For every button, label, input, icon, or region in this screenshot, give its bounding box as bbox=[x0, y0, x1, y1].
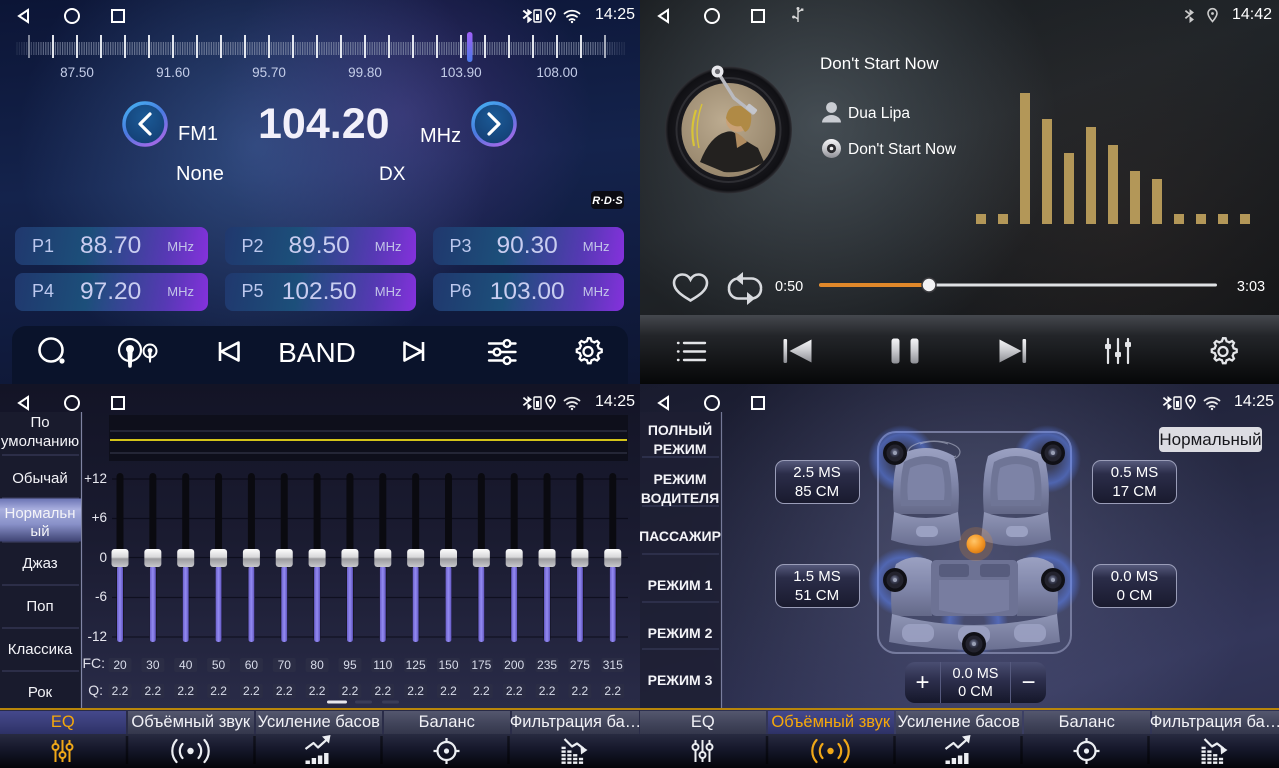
svg-text:-6: -6 bbox=[95, 589, 107, 604]
svg-text:ПОЛНЫЙ: ПОЛНЫЙ bbox=[648, 421, 712, 438]
svg-text:125: 125 bbox=[406, 658, 426, 672]
svg-text:+6: +6 bbox=[92, 510, 107, 525]
svg-text:R·D·S: R·D·S bbox=[592, 195, 623, 207]
svg-text:275: 275 bbox=[570, 658, 590, 672]
svg-text:2.2: 2.2 bbox=[177, 684, 194, 698]
svg-text:РЕЖИМ: РЕЖИМ bbox=[653, 441, 706, 457]
svg-text:103.90: 103.90 bbox=[440, 65, 481, 80]
svg-text:BAND: BAND bbox=[278, 337, 356, 368]
svg-text:Don't Start Now: Don't Start Now bbox=[848, 141, 957, 158]
svg-text:2.2: 2.2 bbox=[112, 684, 129, 698]
svg-text:40: 40 bbox=[179, 658, 193, 672]
svg-text:2.2: 2.2 bbox=[539, 684, 556, 698]
svg-text:2.2: 2.2 bbox=[506, 684, 523, 698]
svg-text:По: По bbox=[30, 414, 49, 431]
svg-text:91.60: 91.60 bbox=[156, 65, 190, 80]
svg-text:70: 70 bbox=[278, 658, 292, 672]
svg-text:ВОДИТЕЛЯ: ВОДИТЕЛЯ bbox=[641, 490, 719, 506]
svg-text:87.50: 87.50 bbox=[60, 65, 94, 80]
svg-text:2.2: 2.2 bbox=[276, 684, 293, 698]
svg-text:Dua Lipa: Dua Lipa bbox=[848, 105, 910, 122]
svg-text:110: 110 bbox=[373, 658, 392, 672]
svg-text:99.80: 99.80 bbox=[348, 65, 382, 80]
svg-text:ПАССАЖИР: ПАССАЖИР bbox=[640, 528, 721, 544]
svg-text:2.2: 2.2 bbox=[374, 684, 391, 698]
svg-text:95.70: 95.70 bbox=[252, 65, 286, 80]
svg-text:Q:: Q: bbox=[88, 682, 103, 698]
svg-text:2.2: 2.2 bbox=[473, 684, 490, 698]
svg-text:30: 30 bbox=[146, 658, 160, 672]
svg-text:2.2: 2.2 bbox=[145, 684, 162, 698]
svg-text:Don't Start Now: Don't Start Now bbox=[820, 54, 939, 73]
svg-text:20: 20 bbox=[113, 658, 127, 672]
svg-text:ый: ый bbox=[30, 523, 49, 540]
svg-text:2.2: 2.2 bbox=[440, 684, 457, 698]
svg-text:РЕЖИМ 2: РЕЖИМ 2 bbox=[648, 625, 713, 641]
svg-text:Обычай: Обычай bbox=[12, 470, 68, 487]
svg-text:3:03: 3:03 bbox=[1237, 279, 1265, 295]
svg-text:2.2: 2.2 bbox=[210, 684, 227, 698]
svg-text:150: 150 bbox=[438, 658, 458, 672]
svg-text:2.2: 2.2 bbox=[309, 684, 326, 698]
svg-text:80: 80 bbox=[310, 658, 324, 672]
svg-text:Джаз: Джаз bbox=[22, 555, 57, 572]
svg-text:Рок: Рок bbox=[28, 684, 53, 701]
svg-text:FC:: FC: bbox=[82, 655, 105, 671]
svg-text:60: 60 bbox=[245, 658, 259, 672]
svg-text:50: 50 bbox=[212, 658, 226, 672]
svg-text:+12: +12 bbox=[84, 471, 107, 486]
svg-text:0: 0 bbox=[99, 550, 107, 565]
svg-text:Поп: Поп bbox=[26, 598, 53, 615]
svg-text:95: 95 bbox=[343, 658, 357, 672]
svg-text:2.2: 2.2 bbox=[342, 684, 359, 698]
svg-text:235: 235 bbox=[537, 658, 557, 672]
svg-text:2.2: 2.2 bbox=[243, 684, 260, 698]
svg-text:200: 200 bbox=[504, 658, 524, 672]
svg-text:108.00: 108.00 bbox=[536, 65, 577, 80]
svg-text:2.2: 2.2 bbox=[407, 684, 424, 698]
svg-text:175: 175 bbox=[471, 658, 491, 672]
svg-text:2.2: 2.2 bbox=[572, 684, 589, 698]
svg-text:0:50: 0:50 bbox=[775, 279, 803, 295]
svg-text:умолчанию: умолчанию bbox=[1, 433, 79, 450]
svg-text:РЕЖИМ 1: РЕЖИМ 1 bbox=[648, 577, 713, 593]
svg-text:РЕЖИМ 3: РЕЖИМ 3 bbox=[648, 672, 713, 688]
svg-text:-12: -12 bbox=[87, 629, 107, 644]
svg-text:РЕЖИМ: РЕЖИМ bbox=[653, 471, 706, 487]
svg-text:Нормальн: Нормальн bbox=[4, 505, 75, 522]
svg-text:2.2: 2.2 bbox=[604, 684, 621, 698]
svg-text:Классика: Классика bbox=[8, 641, 73, 658]
svg-text:315: 315 bbox=[603, 658, 623, 672]
